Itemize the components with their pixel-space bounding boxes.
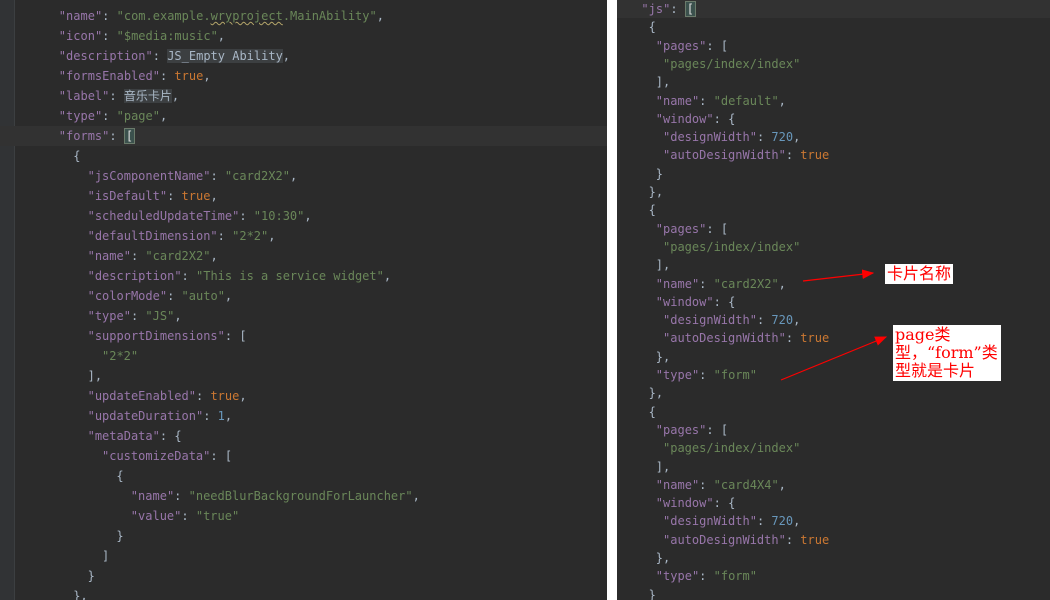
code-line[interactable]: }, — [617, 384, 1050, 402]
code-line[interactable]: "customizeData": [ — [0, 446, 607, 466]
type-note-annotation: page类型，“form”类型就是卡片 — [893, 325, 1001, 381]
code-line[interactable]: }, — [617, 549, 1050, 567]
code-line[interactable]: { — [617, 403, 1050, 421]
code-line[interactable]: "type": "JS", — [0, 306, 607, 326]
code-line[interactable]: } — [0, 526, 607, 546]
code-line[interactable]: "forms": [ — [0, 126, 607, 146]
code-line[interactable]: "label": 音乐卡片, — [0, 86, 607, 106]
code-line[interactable]: "supportDimensions": [ — [0, 326, 607, 346]
code-line[interactable]: "updateDuration": 1, — [0, 406, 607, 426]
code-line[interactable]: "colorMode": "auto", — [0, 286, 607, 306]
code-line[interactable]: "name": "card2X2", — [0, 246, 607, 266]
code-line[interactable]: "autoDesignWidth": true — [617, 146, 1050, 164]
code-line[interactable]: "designWidth": 720, — [617, 128, 1050, 146]
code-line[interactable]: { — [0, 146, 607, 166]
code-line[interactable]: "name": "com.example.wryproject.MainAbil… — [0, 6, 607, 26]
code-line[interactable]: "pages": [ — [617, 421, 1050, 439]
code-line[interactable]: "2*2" — [0, 346, 607, 366]
code-line[interactable]: { — [0, 466, 607, 486]
code-line[interactable]: "pages/index/index" — [617, 55, 1050, 73]
code-line[interactable]: "window": { — [617, 494, 1050, 512]
code-line[interactable]: "pages/index/index" — [617, 439, 1050, 457]
code-line[interactable]: "window": { — [617, 110, 1050, 128]
code-line[interactable]: ], — [617, 458, 1050, 476]
code-line[interactable]: } — [617, 586, 1050, 600]
code-line[interactable]: "scheduledUpdateTime": "10:30", — [0, 206, 607, 226]
code-line[interactable]: "pages": [ — [617, 37, 1050, 55]
code-line[interactable]: "jsComponentName": "card2X2", — [0, 166, 607, 186]
code-line[interactable]: "metaData": { — [0, 426, 607, 446]
code-line[interactable]: ], — [617, 256, 1050, 274]
code-line[interactable]: } — [617, 165, 1050, 183]
code-line[interactable]: "value": "true" — [0, 506, 607, 526]
code-line[interactable]: "icon": "$media:music", — [0, 26, 607, 46]
code-line[interactable]: "js": [ — [617, 0, 1050, 19]
code-line[interactable]: "formsEnabled": true, — [0, 66, 607, 86]
code-line[interactable]: "name": "card2X2", — [617, 275, 1050, 293]
code-line[interactable]: "description": "This is a service widget… — [0, 266, 607, 286]
left-editor-pane[interactable]: "name": "com.example.wryproject.MainAbil… — [0, 0, 607, 600]
code-line[interactable]: "autoDesignWidth": true — [617, 531, 1050, 549]
code-line[interactable]: "type": "form" — [617, 567, 1050, 585]
code-line[interactable]: "name": "default", — [617, 92, 1050, 110]
code-line[interactable]: ], — [617, 73, 1050, 91]
code-line[interactable]: "defaultDimension": "2*2", — [0, 226, 607, 246]
code-line[interactable]: }, — [617, 183, 1050, 201]
pane-divider — [607, 0, 617, 600]
code-line[interactable]: "updateEnabled": true, — [0, 386, 607, 406]
code-line[interactable]: } — [0, 566, 607, 586]
code-line[interactable]: ], — [0, 366, 607, 386]
code-line[interactable]: "description": JS_Empty Ability, — [0, 46, 607, 66]
card-name-annotation: 卡片名称 — [885, 264, 954, 284]
code-line[interactable]: ] — [0, 546, 607, 566]
code-line[interactable]: "type": "page", — [0, 106, 607, 126]
code-line[interactable]: }, — [0, 586, 607, 600]
right-editor-pane[interactable]: "js": [{"pages": ["pages/index/index"], "… — [617, 0, 1050, 600]
code-line[interactable]: "isDefault": true, — [0, 186, 607, 206]
code-line[interactable]: { — [617, 201, 1050, 219]
code-line[interactable]: "name": "card4X4", — [617, 476, 1050, 494]
code-line[interactable]: "name": "needBlurBackgroundForLauncher", — [0, 486, 607, 506]
code-line[interactable]: "window": { — [617, 293, 1050, 311]
code-line[interactable]: "pages": [ — [617, 220, 1050, 238]
code-line[interactable]: "pages/index/index" — [617, 238, 1050, 256]
code-line[interactable]: { — [617, 18, 1050, 36]
code-line[interactable]: "designWidth": 720, — [617, 512, 1050, 530]
